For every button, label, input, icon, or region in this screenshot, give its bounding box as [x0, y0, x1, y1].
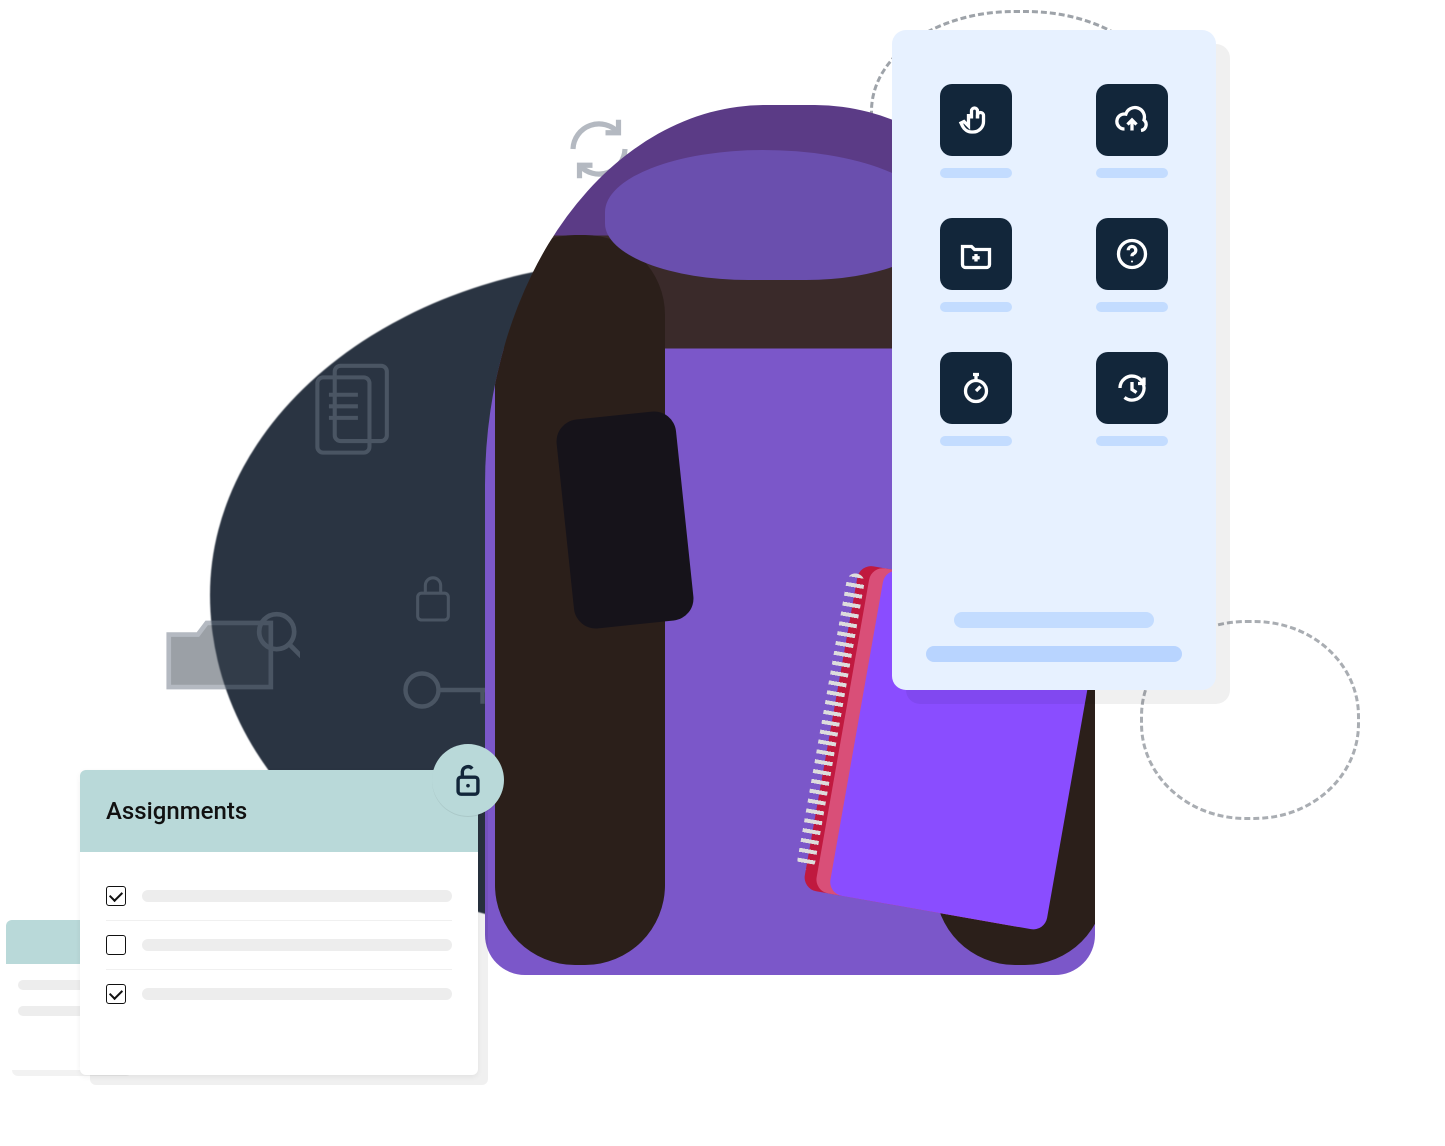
list-item	[106, 970, 452, 1018]
action-history[interactable]	[1096, 352, 1168, 446]
action-cloud-upload[interactable]	[1096, 84, 1168, 178]
placeholder-bar	[940, 436, 1012, 446]
assignments-title: Assignments	[80, 770, 478, 852]
action-add-folder[interactable]	[940, 218, 1012, 312]
checkbox[interactable]	[106, 935, 126, 955]
placeholder-bar	[940, 168, 1012, 178]
touch-icon	[940, 84, 1012, 156]
placeholder-bar	[1096, 168, 1168, 178]
help-icon	[1096, 218, 1168, 290]
placeholder-bar	[926, 646, 1182, 662]
panel-footer-bars	[926, 612, 1182, 662]
list-item	[106, 872, 452, 921]
documents-icon	[310, 360, 400, 470]
action-stopwatch[interactable]	[940, 352, 1012, 446]
actions-grid	[926, 84, 1182, 446]
stopwatch-icon	[940, 352, 1012, 424]
placeholder-bar	[142, 939, 452, 951]
checkbox[interactable]	[106, 984, 126, 1004]
placeholder-bar	[1096, 436, 1168, 446]
add-folder-icon	[940, 218, 1012, 290]
checkbox[interactable]	[106, 886, 126, 906]
placeholder-bar	[1096, 302, 1168, 312]
actions-panel	[892, 30, 1216, 690]
illustration-stage: Assignments	[0, 0, 1445, 1146]
phone-icon	[554, 409, 695, 630]
assignments-list	[80, 852, 478, 1044]
placeholder-bar	[142, 988, 452, 1000]
cloud-upload-icon	[1096, 84, 1168, 156]
list-item	[106, 921, 452, 970]
placeholder-bar	[954, 612, 1154, 628]
unlocked-icon	[432, 744, 504, 816]
history-icon	[1096, 352, 1168, 424]
lock-icon	[410, 570, 456, 624]
action-help[interactable]	[1096, 218, 1168, 312]
assignments-card: Assignments	[80, 770, 478, 1075]
placeholder-bar	[940, 302, 1012, 312]
placeholder-bar	[142, 890, 452, 902]
action-touch[interactable]	[940, 84, 1012, 178]
folder-search-icon	[160, 605, 300, 705]
